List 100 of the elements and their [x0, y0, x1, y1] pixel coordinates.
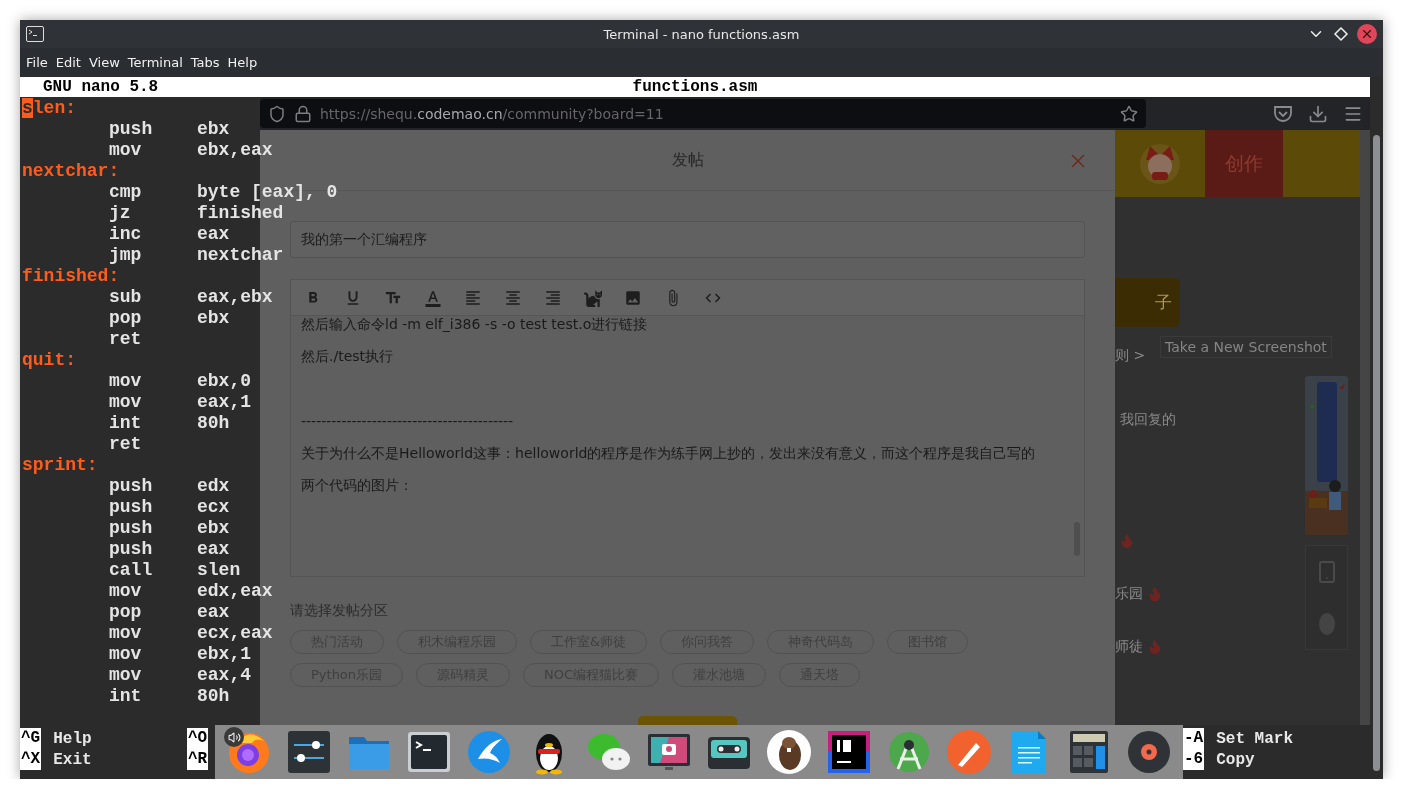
- code-operands: ecx,eax: [197, 623, 273, 644]
- url-text: https://shequ.codemao.cn/community?board=11: [320, 105, 664, 122]
- code-operands: edx,eax: [197, 581, 273, 602]
- shortcut-key: ^R: [187, 749, 209, 770]
- bird-app-icon[interactable]: [466, 729, 512, 775]
- menu-item[interactable]: Terminal: [123, 55, 187, 70]
- cat-icon[interactable]: [584, 288, 602, 307]
- window-title: Terminal - nano functions.asm: [603, 26, 800, 42]
- code-instruction: mov: [109, 371, 143, 392]
- shortcut-key: -A: [1183, 728, 1205, 749]
- board-name[interactable]: 师徒: [1115, 638, 1143, 656]
- pen-nib-icon[interactable]: [946, 729, 992, 775]
- code-instruction: push: [109, 518, 154, 539]
- music-disc-icon[interactable]: [1126, 729, 1172, 775]
- code-operands: slen: [197, 560, 241, 581]
- editor-version: GNU nano 5.8: [43, 78, 159, 96]
- code-instruction: mov: [109, 623, 143, 644]
- menu-item[interactable]: File: [22, 55, 52, 70]
- code-operands: eax,4: [197, 665, 251, 686]
- menu-item[interactable]: Tabs: [186, 55, 224, 70]
- paragraph: ------------------------------------------: [301, 412, 515, 429]
- code-label: nextchar:: [22, 161, 120, 182]
- shortcut-label: Exit: [53, 750, 92, 769]
- maximize-button[interactable]: [1333, 26, 1349, 42]
- code-operands: eax,ebx: [197, 287, 273, 308]
- code-instruction: cmp: [109, 182, 143, 203]
- code-instruction: pop: [109, 602, 143, 623]
- code-operands: ebx,eax: [197, 140, 273, 161]
- code-operands: eax: [197, 539, 230, 560]
- code-operands: 80h: [197, 686, 230, 707]
- ide-icon[interactable]: [826, 729, 872, 775]
- align-center-icon[interactable]: [504, 288, 522, 307]
- shortcut-key: ^O: [187, 728, 209, 749]
- code-label: quit:: [22, 350, 77, 371]
- paragraph: 然后输入命令ld -m elf_i386 -s -o test test.o进行链接: [301, 316, 649, 332]
- screenshot-hint: Take a New Screenshot: [1160, 336, 1332, 358]
- code-instruction: jz: [109, 203, 132, 224]
- lock-icon: [294, 104, 312, 123]
- terminal-icon[interactable]: [406, 729, 452, 775]
- text-color-icon[interactable]: [424, 288, 442, 307]
- pocket-icon[interactable]: [1272, 104, 1293, 123]
- code-operands: nextchar: [197, 245, 284, 266]
- code-operands: eax,1: [197, 392, 251, 413]
- shortcut-key: ^G: [20, 728, 42, 749]
- shortcut-label: Set Mark: [1216, 729, 1293, 748]
- terminal-icon: [26, 26, 44, 42]
- code-label: finished:: [22, 266, 120, 287]
- code-operands: ebx: [197, 119, 230, 140]
- shield-icon: [268, 104, 286, 123]
- file-name: functions.asm: [632, 78, 758, 96]
- code-instruction: inc: [109, 224, 143, 245]
- download-icon[interactable]: [1307, 103, 1328, 124]
- paragraph: 两个代码的图片：: [301, 477, 414, 493]
- code-instruction: ret: [109, 329, 143, 350]
- align-right-icon[interactable]: [544, 288, 562, 307]
- code-instruction: mov: [109, 581, 143, 602]
- bookmark-star-icon[interactable]: [1119, 104, 1138, 123]
- code-operands: ebx,1: [197, 644, 251, 665]
- rules-link[interactable]: 则 >: [1115, 347, 1146, 363]
- scrollbar-thumb[interactable]: [1373, 135, 1380, 771]
- code-instruction: mov: [109, 140, 143, 161]
- code-operands: 80h: [197, 413, 230, 434]
- code-operands: ebx,0: [197, 371, 251, 392]
- code-instruction: mov: [109, 392, 143, 413]
- align-left-icon[interactable]: [464, 288, 482, 307]
- close-icon: [1360, 27, 1374, 41]
- shortcut-label: Copy: [1216, 750, 1255, 769]
- code-instruction: jmp: [109, 245, 143, 266]
- sliders-icon[interactable]: [286, 729, 332, 775]
- code-operands: eax: [197, 224, 230, 245]
- menu-item[interactable]: Help: [223, 55, 262, 70]
- paragraph: 然后./test执行: [301, 348, 395, 364]
- code-label: sprint:: [22, 455, 98, 476]
- code-operands: ecx: [197, 497, 230, 518]
- code-instruction: call: [109, 560, 154, 581]
- menu-item[interactable]: View: [84, 55, 124, 70]
- replies-tab[interactable]: 我回复的: [1120, 411, 1176, 427]
- address-bar[interactable]: https://shequ.codemao.cn/community?board=11: [260, 99, 1146, 128]
- avatar-icon[interactable]: [1138, 141, 1182, 186]
- code-instruction: pop: [109, 308, 143, 329]
- code-instruction: push: [109, 497, 154, 518]
- code-operands: ebx: [197, 518, 230, 539]
- menu-item[interactable]: Edit: [51, 55, 85, 70]
- code-instruction: mov: [109, 644, 143, 665]
- code-instruction: sub: [109, 287, 143, 308]
- image-icon[interactable]: [624, 288, 642, 307]
- code-instruction: mov: [109, 665, 143, 686]
- beaver-icon[interactable]: [766, 729, 812, 775]
- post-button[interactable]: 子: [1115, 278, 1180, 327]
- title-input[interactable]: 我的第一个汇编程序: [290, 221, 1085, 258]
- code-operands: eax: [197, 602, 230, 623]
- code-instruction: int: [109, 413, 143, 434]
- shortcut-key: -6: [1183, 749, 1205, 770]
- board-name[interactable]: 乐园: [1115, 585, 1143, 603]
- compass-app-icon[interactable]: [886, 729, 932, 775]
- close-button[interactable]: [1357, 24, 1377, 44]
- code-instruction: push: [109, 539, 154, 560]
- code-operands: ebx: [197, 308, 230, 329]
- code-label: slen:: [22, 98, 77, 119]
- shortcut-key: ^X: [20, 749, 42, 770]
